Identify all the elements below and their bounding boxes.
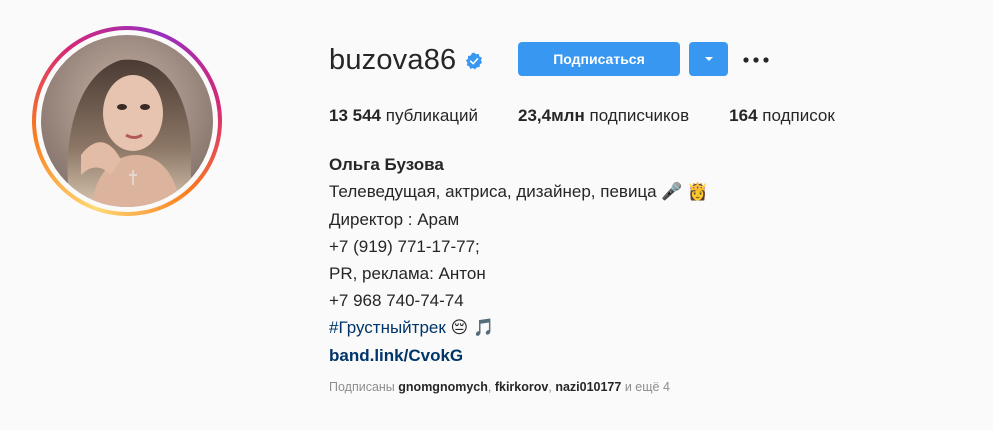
followed-by-more[interactable]: ещё 4 bbox=[635, 380, 670, 394]
followed-by-prefix: Подписаны bbox=[329, 380, 395, 394]
pensive-face-emoji-icon: 😔 bbox=[450, 318, 469, 338]
followed-by-and: и bbox=[624, 380, 632, 394]
hashtag-link[interactable]: #Грустныйтрек bbox=[329, 318, 446, 337]
suggestions-dropdown-button[interactable] bbox=[689, 42, 728, 76]
bio-link-line: band.link/CvokG bbox=[329, 342, 708, 369]
musical-note-emoji-icon: 🎵 bbox=[473, 318, 495, 338]
stat-posts: 13 544 публикаций bbox=[329, 106, 478, 126]
bio-hashtag-line: #Грустныйтрек 😔 🎵 bbox=[329, 314, 708, 342]
bio-line-1-text: Телеведущая, актриса, дизайнер, певица bbox=[329, 182, 657, 201]
posts-label: публикаций bbox=[385, 106, 479, 125]
verified-badge-icon bbox=[466, 52, 483, 70]
avatar-image bbox=[41, 35, 213, 207]
avatar[interactable] bbox=[41, 35, 213, 207]
following-count: 164 bbox=[729, 106, 758, 125]
followed-by-account[interactable]: nazi010177 bbox=[555, 380, 621, 394]
following-label: подписок bbox=[762, 106, 835, 125]
followers-label: подписчиков bbox=[589, 106, 690, 125]
followed-by-account[interactable]: gnomgnomych bbox=[398, 380, 488, 394]
external-link[interactable]: band.link/CvokG bbox=[329, 346, 463, 365]
bio-line-5: +7 968 740-74-74 bbox=[329, 291, 464, 310]
follow-button[interactable]: Подписаться bbox=[518, 42, 680, 76]
story-ring[interactable] bbox=[32, 26, 222, 216]
bio-line-4: PR, реклама: Антон bbox=[329, 264, 486, 283]
followers-count: 23,4млн bbox=[518, 106, 585, 125]
chevron-down-icon bbox=[704, 57, 713, 61]
princess-emoji-icon: 👸 bbox=[687, 182, 709, 202]
profile-bio: Ольга Бузова Телеведущая, актриса, дизай… bbox=[329, 151, 708, 369]
followed-by-account[interactable]: fkirkorov bbox=[495, 380, 549, 394]
posts-count: 13 544 bbox=[329, 106, 381, 125]
full-name: Ольга Бузова bbox=[329, 155, 444, 174]
profile-stats: 13 544 публикаций 23,4млн подписчиков 16… bbox=[329, 106, 875, 126]
more-options-icon bbox=[743, 57, 769, 63]
followed-by-separator: , bbox=[548, 380, 552, 394]
microphone-emoji-icon: 🎤 bbox=[661, 182, 683, 202]
username: buzova86 bbox=[329, 43, 457, 76]
bio-line-2: Директор : Арам bbox=[329, 210, 460, 229]
bio-line-1: Телеведущая, актриса, дизайнер, певица 🎤… bbox=[329, 178, 708, 206]
profile-header: buzova86 bbox=[329, 42, 483, 78]
bio-line-3: +7 (919) 771-17-77; bbox=[329, 237, 480, 256]
more-options-button[interactable] bbox=[742, 50, 770, 70]
avatar-gap bbox=[36, 30, 218, 212]
stat-following[interactable]: 164 подписок bbox=[729, 106, 835, 126]
stat-followers[interactable]: 23,4млн подписчиков bbox=[518, 106, 689, 126]
followed-by-separator: , bbox=[487, 380, 492, 394]
followed-by[interactable]: Подписаны gnomgnomych, fkirkorov, nazi01… bbox=[329, 380, 670, 394]
